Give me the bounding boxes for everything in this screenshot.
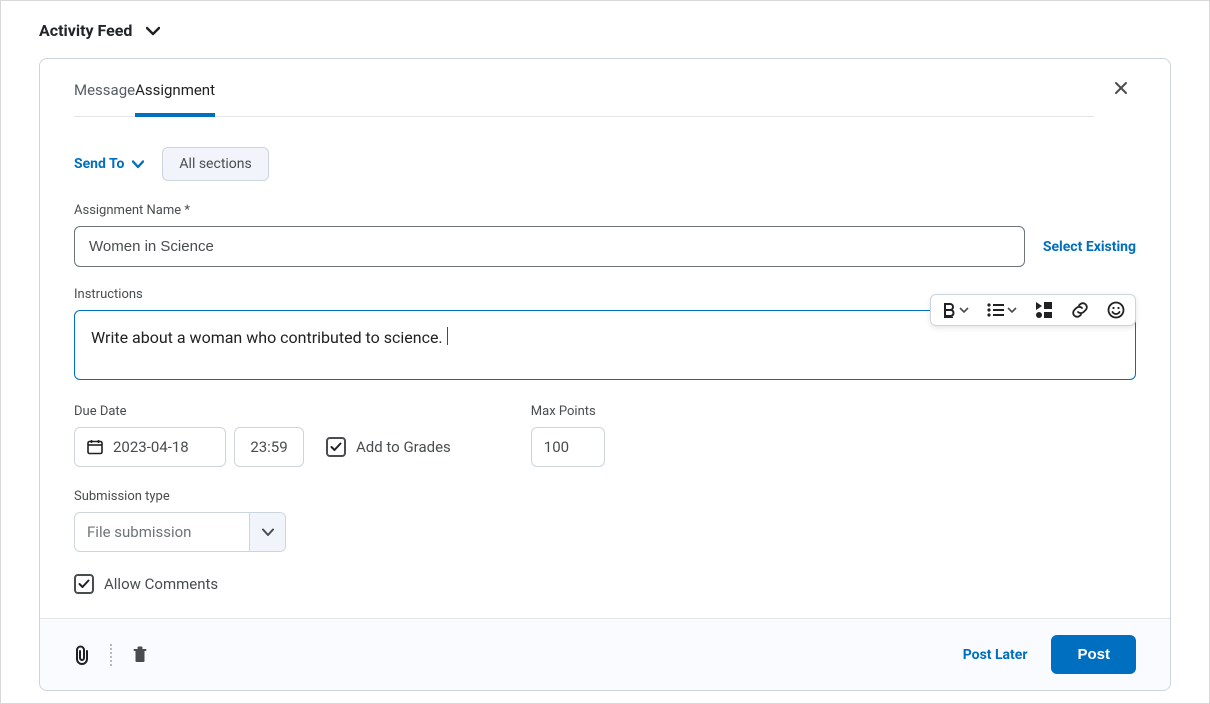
chevron-down-icon [249,513,285,551]
calendar-icon [87,439,103,455]
trash-icon [132,646,148,664]
post-later-button[interactable]: Post Later [963,647,1028,663]
chevron-down-icon [146,26,160,36]
select-existing-link[interactable]: Select Existing [1043,239,1136,255]
send-to-dropdown[interactable]: Send To [74,156,144,172]
due-date-label: Due Date [74,404,451,419]
page-title: Activity Feed [39,21,132,40]
text-cursor [447,327,448,345]
add-to-grades-row: Add to Grades [326,437,451,457]
tab-assignment[interactable]: Assignment [135,59,215,117]
assignment-card: Message Assignment Send To All sections … [39,58,1171,691]
insert-stuff-icon [1035,302,1053,318]
attach-icon [74,645,90,665]
footer-right: Post Later Post [963,635,1136,674]
check-icon [78,579,90,589]
list-icon [987,303,1005,317]
footer-left [74,644,148,666]
chevron-down-icon [132,160,144,169]
close-icon [1114,81,1128,95]
due-time-value: 23:59 [250,438,287,456]
instructions-wrap: Write about a woman who contributed to s… [74,310,1136,380]
card-footer: Post Later Post [40,618,1170,690]
toolbar-insert-stuff[interactable] [1035,302,1053,318]
due-date-group: Due Date 2023-04-18 23:59 [74,404,451,467]
add-to-grades-label: Add to Grades [356,438,451,456]
submission-type-group: Submission type File submission [74,489,1136,552]
tab-message[interactable]: Message [74,59,135,117]
max-points-input[interactable]: 100 [531,427,605,467]
allow-comments-row: Allow Comments [74,574,1136,594]
toolbar-emoji[interactable] [1107,301,1125,319]
post-button[interactable]: Post [1051,635,1136,674]
toolbar-bold[interactable] [941,302,969,318]
card-body: Send To All sections Assignment Name * S… [40,117,1170,618]
submission-type-value: File submission [75,513,249,551]
chevron-down-icon [1007,307,1017,314]
due-time-input[interactable]: 23:59 [234,427,304,467]
allow-comments-checkbox[interactable] [74,574,94,594]
add-to-grades-checkbox[interactable] [326,437,346,457]
page-content: Activity Feed Message Assignment [1,1,1209,691]
link-icon [1071,301,1089,319]
emoji-icon [1107,301,1125,319]
max-points-label: Max Points [531,404,605,419]
attach-button[interactable] [74,645,90,665]
assignment-name-input[interactable] [74,226,1025,267]
send-to-chip[interactable]: All sections [162,147,268,181]
fields-row: Due Date 2023-04-18 23:59 [74,404,1136,467]
check-icon [330,442,342,452]
max-points-value: 100 [544,438,569,456]
due-date-value: 2023-04-18 [113,438,189,456]
divider [110,644,112,666]
tab-row: Message Assignment [40,59,1170,117]
assignment-name-row: Select Existing [74,226,1136,267]
toolbar-link[interactable] [1071,301,1089,319]
allow-comments-label: Allow Comments [104,575,218,593]
toolbar-list[interactable] [987,303,1017,317]
submission-type-select[interactable]: File submission [74,512,286,552]
assignment-name-label: Assignment Name * [74,203,1136,218]
instructions-text: Write about a woman who contributed to s… [91,328,443,347]
tabs: Message Assignment [74,59,1094,117]
send-to-row: Send To All sections [74,147,1136,181]
send-to-label: Send To [74,156,124,172]
bold-icon [941,302,957,318]
due-date-input[interactable]: 2023-04-18 [74,427,226,467]
submission-type-label: Submission type [74,489,1136,504]
editor-toolbar [930,294,1136,326]
max-points-group: Max Points 100 [531,404,605,467]
delete-button[interactable] [132,646,148,664]
activity-feed-header[interactable]: Activity Feed [39,21,1171,40]
close-button[interactable] [1106,73,1136,103]
chevron-down-icon [959,307,969,314]
app-frame: Activity Feed Message Assignment [0,0,1210,704]
